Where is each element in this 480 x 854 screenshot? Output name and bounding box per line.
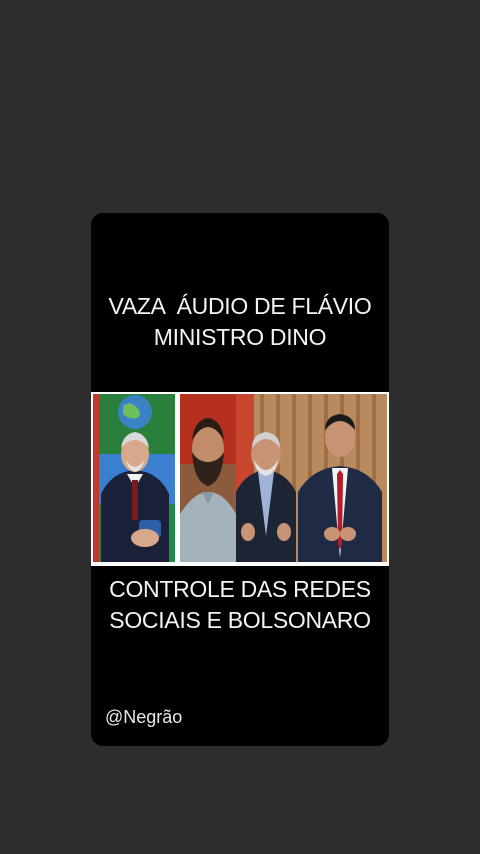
story-card[interactable]: VAZA ÁUDIO DE FLÁVIO MINISTRO DINO CONTR… [91, 213, 389, 746]
headline-bottom: CONTROLE DAS REDES SOCIAIS E BOLSONARO [91, 574, 389, 636]
headline-top-line1: VAZA ÁUDIO DE FLÁVIO [108, 293, 372, 319]
story-viewer: VAZA ÁUDIO DE FLÁVIO MINISTRO DINO CONTR… [0, 0, 480, 854]
news-anchor-photo [93, 394, 175, 562]
headline-bottom-line1: CONTROLE DAS REDES [109, 576, 371, 602]
headline-top-line2: MINISTRO DINO [153, 324, 327, 350]
bearded-man-photo [180, 394, 236, 562]
photo-collage [91, 392, 389, 566]
two-politicians-photo [236, 394, 387, 562]
headline-bottom-line2: SOCIAIS E BOLSONARO [109, 607, 371, 633]
author-handle[interactable]: @Negrão [105, 707, 182, 728]
headline-top: VAZA ÁUDIO DE FLÁVIO MINISTRO DINO [91, 291, 389, 353]
